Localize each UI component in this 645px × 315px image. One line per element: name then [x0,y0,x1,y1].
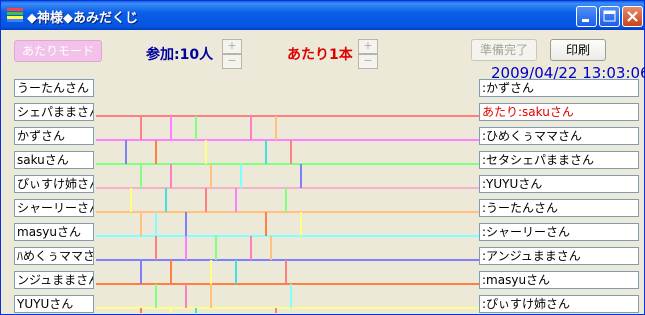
participant-name-field[interactable]: ぴぃすけ姉さん [14,175,94,193]
result-field[interactable]: :ぴぃすけ姉さん [479,295,639,313]
spin-down-button[interactable]: − [358,54,378,69]
spin-up-button[interactable]: + [358,39,378,54]
maximize-button[interactable] [599,6,620,27]
participant-name-field[interactable]: シェパままさん [14,103,94,121]
minimize-icon [582,19,589,22]
amida-canvas [96,115,479,313]
hits-spinner[interactable]: + − [358,39,378,69]
participants-count-label: 参加:10人 [146,47,214,63]
participant-name-field[interactable]: シャーリーさん [14,199,94,217]
print-button[interactable]: 印刷 [550,39,606,61]
participant-name-field[interactable]: YUYUさん [14,295,94,313]
app-icon [7,8,23,22]
participants-spinner[interactable]: + − [222,39,242,69]
hits-count-label: あたり1本 [287,47,353,63]
app-window: ◆神様◆あみだくじ あたりモード 参加:10人 + − あたり1本 + − 準備… [0,0,645,315]
result-field[interactable]: :かずさん [479,79,639,97]
result-field[interactable]: あたり:sakuさん [479,103,639,121]
participant-name-field[interactable]: ンジュままさん [14,271,94,289]
participant-name-field[interactable]: sakuさん [14,151,94,169]
participant-name-field[interactable]: ﾊめくぅママさん [14,247,94,265]
spin-up-button[interactable]: + [222,39,242,54]
result-field[interactable]: :アンジュままさん [479,247,639,265]
minimize-button[interactable] [576,6,597,27]
participant-name-field[interactable]: かずさん [14,127,94,145]
client-area: あたりモード 参加:10人 + − あたり1本 + − 準備完了 印刷 2009… [4,30,645,313]
result-field[interactable]: :うーたんさん [479,199,639,217]
maximize-icon [603,10,616,22]
title-bar: ◆神様◆あみだくじ [1,1,644,30]
window-title: ◆神様◆あみだくじ [27,11,138,26]
result-field[interactable]: :YUYUさん [479,175,639,193]
ready-button[interactable]: 準備完了 [471,39,537,61]
result-field[interactable]: :ひめくぅママさん [479,127,639,145]
spin-down-button[interactable]: − [222,54,242,69]
result-field[interactable]: :セタシェパままさん [479,151,639,169]
participant-name-field[interactable]: うーたんさん [14,79,94,97]
close-button[interactable] [622,6,643,27]
result-field[interactable]: :シャーリーさん [479,223,639,241]
close-icon [627,11,638,22]
hit-mode-button[interactable]: あたりモード [14,40,102,62]
participant-name-field[interactable]: masyuさん [14,223,94,241]
result-field[interactable]: :masyuさん [479,271,639,289]
